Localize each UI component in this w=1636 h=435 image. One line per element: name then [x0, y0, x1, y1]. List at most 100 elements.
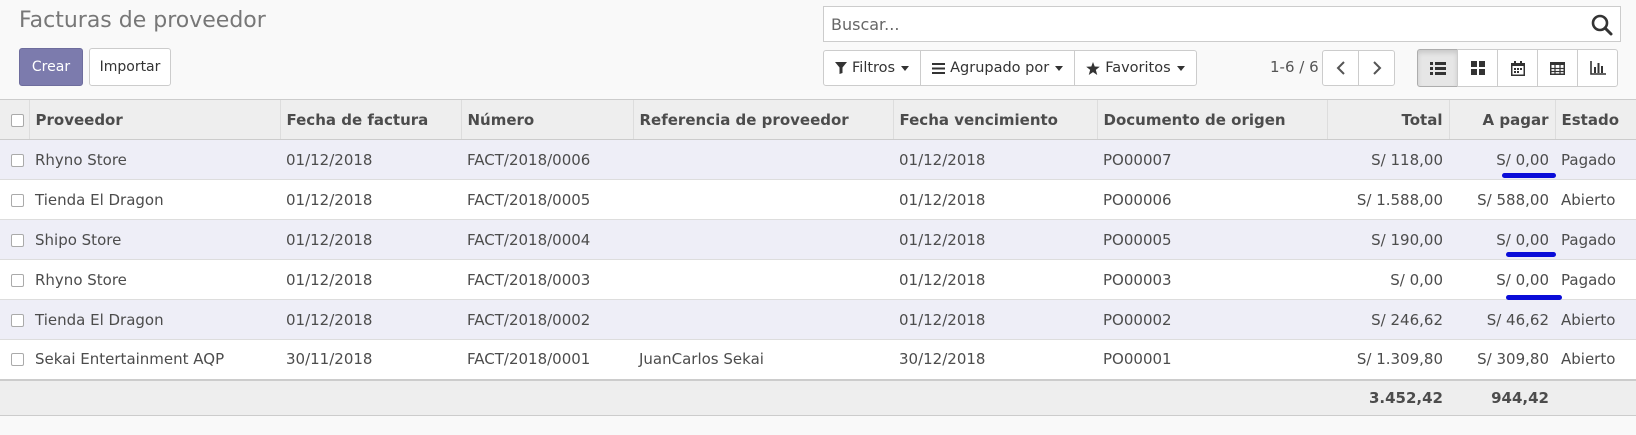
vendor-cell[interactable]: Shipo Store — [29, 219, 280, 260]
calendar-icon — [1510, 60, 1525, 76]
invoice-date-cell[interactable]: 01/12/2018 — [280, 299, 461, 340]
column-header-status[interactable]: Estado — [1554, 99, 1636, 140]
amount-due-cell[interactable]: S/ 309,80 — [1449, 339, 1555, 380]
filter-icon — [835, 62, 847, 74]
status-cell[interactable]: Pagado — [1555, 219, 1636, 260]
list-view-button[interactable] — [1417, 49, 1458, 87]
total-cell[interactable]: S/ 118,00 — [1327, 139, 1449, 180]
kanban-view-button[interactable] — [1457, 49, 1498, 87]
row-select-cell — [0, 299, 29, 340]
status-cell[interactable]: Abierto — [1555, 179, 1636, 220]
row-checkbox[interactable] — [11, 353, 24, 367]
pager-previous-button[interactable] — [1322, 50, 1359, 86]
column-header-number[interactable]: Número — [460, 99, 633, 140]
amount-due-cell[interactable]: S/ 0,00 — [1449, 259, 1555, 300]
total-cell[interactable]: S/ 1.309,80 — [1327, 339, 1449, 380]
search-input[interactable] — [824, 7, 1620, 41]
vendor-cell[interactable]: Tienda El Dragon — [29, 299, 280, 340]
graph-view-button[interactable] — [1577, 49, 1618, 87]
invoice-date-cell[interactable]: 01/12/2018 — [280, 179, 461, 220]
list-icon — [1429, 61, 1446, 75]
column-header-invoice-date[interactable]: Fecha de factura — [279, 99, 461, 140]
due-date-cell[interactable]: 30/12/2018 — [893, 339, 1097, 380]
invoice-date-cell[interactable]: 01/12/2018 — [280, 219, 461, 260]
total-cell[interactable]: S/ 190,00 — [1327, 219, 1449, 260]
column-header-due-date[interactable]: Fecha vencimiento — [892, 99, 1097, 140]
filters-dropdown[interactable]: Filtros — [823, 50, 922, 86]
due-date-cell[interactable]: 01/12/2018 — [893, 179, 1097, 220]
amount-due-cell[interactable]: S/ 46,62 — [1449, 299, 1555, 340]
import-button[interactable]: Importar — [89, 48, 171, 86]
number-cell[interactable]: FACT/2018/0001 — [461, 339, 633, 380]
vendor-cell[interactable]: Rhyno Store — [29, 259, 280, 300]
vendor-cell[interactable]: Rhyno Store — [29, 139, 280, 180]
due-date-cell[interactable]: 01/12/2018 — [893, 139, 1097, 180]
column-header-vendor-reference[interactable]: Referencia de proveedor — [632, 99, 893, 140]
table-row[interactable]: Rhyno Store 01/12/2018 FACT/2018/0003 01/12… — [0, 259, 1636, 300]
calendar-view-button[interactable] — [1497, 49, 1538, 87]
chevron-down-icon — [1055, 65, 1064, 71]
source-document-cell[interactable]: PO00002 — [1097, 299, 1327, 340]
number-cell[interactable]: FACT/2018/0006 — [461, 139, 633, 180]
vendor-reference-cell[interactable] — [633, 299, 893, 340]
number-cell[interactable]: FACT/2018/0003 — [461, 259, 633, 300]
row-checkbox[interactable] — [11, 153, 24, 167]
column-header-total[interactable]: Total — [1326, 99, 1449, 140]
invoice-date-cell[interactable]: 30/11/2018 — [280, 339, 461, 380]
search-icon[interactable] — [1590, 13, 1614, 37]
due-date-cell[interactable]: 01/12/2018 — [893, 259, 1097, 300]
group-by-dropdown[interactable]: Agrupado por — [920, 50, 1076, 86]
row-checkbox[interactable] — [11, 233, 24, 247]
pager-value[interactable]: 1-6 / 6 — [1270, 58, 1319, 76]
vendor-reference-cell[interactable]: JuanCarlos Sekai — [633, 339, 893, 380]
table-row[interactable]: Rhyno Store 01/12/2018 FACT/2018/0006 01/12… — [0, 139, 1636, 180]
source-document-cell[interactable]: PO00006 — [1097, 179, 1327, 220]
due-date-cell[interactable]: 01/12/2018 — [893, 299, 1097, 340]
vendor-cell[interactable]: Tienda El Dragon — [29, 179, 280, 220]
source-document-cell[interactable]: PO00001 — [1097, 339, 1327, 380]
row-select-cell — [0, 139, 29, 180]
chevron-down-icon — [901, 65, 910, 71]
row-checkbox[interactable] — [11, 313, 24, 327]
status-cell[interactable]: Abierto — [1555, 339, 1636, 380]
status-cell[interactable]: Abierto — [1555, 299, 1636, 340]
number-cell[interactable]: FACT/2018/0004 — [461, 219, 633, 260]
vendor-reference-cell[interactable] — [633, 179, 893, 220]
favorites-dropdown[interactable]: Favoritos — [1074, 50, 1197, 86]
number-cell[interactable]: FACT/2018/0005 — [461, 179, 633, 220]
bar-chart-icon — [1589, 61, 1606, 75]
due-date-cell[interactable]: 01/12/2018 — [893, 219, 1097, 260]
number-cell[interactable]: FACT/2018/0002 — [461, 299, 633, 340]
vendor-reference-cell[interactable] — [633, 219, 893, 260]
total-cell[interactable]: S/ 1.588,00 — [1327, 179, 1449, 220]
table-row[interactable]: Tienda El Dragon 01/12/2018 FACT/2018/0005… — [0, 179, 1636, 220]
invoice-date-cell[interactable]: 01/12/2018 — [280, 259, 461, 300]
row-checkbox[interactable] — [11, 273, 24, 287]
pager-next-button[interactable] — [1358, 50, 1395, 86]
chevron-right-icon — [1372, 61, 1381, 75]
table-row[interactable]: Tienda El Dragon 01/12/2018 FACT/2018/0002… — [0, 299, 1636, 340]
create-button[interactable]: Crear — [19, 48, 83, 86]
source-document-cell[interactable]: PO00005 — [1097, 219, 1327, 260]
annotation-underline — [1506, 295, 1562, 300]
source-document-cell[interactable]: PO00007 — [1097, 139, 1327, 180]
row-select-cell — [0, 219, 29, 260]
vendor-cell[interactable]: Sekai Entertainment AQP — [29, 339, 280, 380]
table-row[interactable]: Shipo Store 01/12/2018 FACT/2018/0004 01/12… — [0, 219, 1636, 260]
status-cell[interactable]: Pagado — [1555, 259, 1636, 300]
column-header-vendor[interactable]: Proveedor — [28, 99, 280, 140]
source-document-cell[interactable]: PO00003 — [1097, 259, 1327, 300]
column-header-source-document[interactable]: Documento de origen — [1096, 99, 1327, 140]
pivot-view-button[interactable] — [1537, 49, 1578, 87]
table-row[interactable]: Sekai Entertainment AQP 30/11/2018 FACT/20… — [0, 339, 1636, 380]
invoice-date-cell[interactable]: 01/12/2018 — [280, 139, 461, 180]
amount-due-cell[interactable]: S/ 588,00 — [1449, 179, 1555, 220]
total-cell[interactable]: S/ 246,62 — [1327, 299, 1449, 340]
total-cell[interactable]: S/ 0,00 — [1327, 259, 1449, 300]
status-cell[interactable]: Pagado — [1555, 139, 1636, 180]
select-all-checkbox[interactable] — [11, 113, 24, 127]
vendor-reference-cell[interactable] — [633, 259, 893, 300]
column-header-amount-due[interactable]: A pagar — [1448, 99, 1555, 140]
vendor-reference-cell[interactable] — [633, 139, 893, 180]
row-checkbox[interactable] — [11, 193, 24, 207]
